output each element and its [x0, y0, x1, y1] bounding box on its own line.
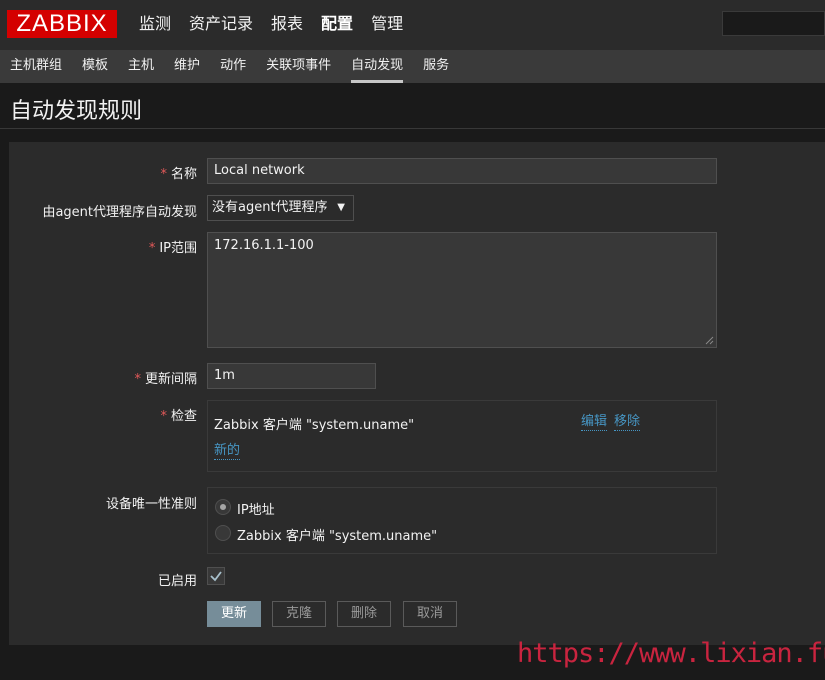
sub-menu: 主机群组 模板 主机 维护 动作 关联项事件 自动发现 服务	[0, 50, 825, 83]
proxy-select[interactable]: 没有agent代理程序 ▼	[207, 195, 354, 221]
ip-range-textarea[interactable]: 172.16.1.1-100	[207, 232, 717, 348]
checkmark-icon	[210, 571, 222, 582]
submenu-correlation[interactable]: 关联项事件	[256, 50, 341, 83]
menu-inventory[interactable]: 资产记录	[180, 0, 262, 50]
uniqueness-radio-ip[interactable]	[215, 499, 231, 515]
search-input[interactable]	[722, 11, 825, 36]
checks-label: * 检查	[160, 409, 197, 424]
ip-range-value: 172.16.1.1-100	[214, 238, 314, 253]
update-button[interactable]: 更新	[207, 601, 261, 627]
enabled-label: 已启用	[157, 574, 197, 589]
enabled-checkbox[interactable]	[207, 567, 225, 585]
check-item-name: Zabbix 客户端 "system.uname"	[214, 418, 415, 433]
proxy-label: 由agent代理程序自动发现	[42, 205, 197, 220]
check-edit-link[interactable]: 编辑	[581, 414, 608, 431]
required-marker: *	[148, 241, 156, 256]
submenu-discovery[interactable]: 自动发现	[341, 50, 413, 83]
zabbix-logo[interactable]: ZABBIX	[7, 10, 117, 38]
resize-handle-icon[interactable]	[705, 336, 714, 345]
name-label: * 名称	[160, 167, 197, 182]
clone-button[interactable]: 克隆	[272, 601, 326, 627]
checks-box: Zabbix 客户端 "system.uname" 编辑 移除 新的	[207, 400, 717, 472]
uniqueness-box: IP地址 Zabbix 客户端 "system.uname"	[207, 487, 717, 554]
top-navigation-bar: ZABBIX 监测 资产记录 报表 配置 管理	[0, 0, 825, 50]
dropdown-arrow-icon: ▼	[337, 202, 345, 213]
ip-range-label: * IP范围	[148, 241, 197, 256]
interval-label: * 更新间隔	[134, 372, 197, 387]
interval-field[interactable]: 1m	[207, 363, 376, 389]
uniqueness-option-agent[interactable]: Zabbix 客户端 "system.uname"	[237, 525, 437, 544]
new-check-link[interactable]: 新的	[214, 443, 241, 460]
uniqueness-label: 设备唯一性准则	[105, 497, 197, 512]
check-remove-link[interactable]: 移除	[614, 414, 641, 431]
cancel-button[interactable]: 取消	[403, 601, 457, 627]
submenu-hosts[interactable]: 主机	[118, 50, 164, 83]
main-menu: 监测 资产记录 报表 配置 管理	[130, 0, 412, 50]
submenu-actions[interactable]: 动作	[210, 50, 256, 83]
name-field[interactable]: Local network	[207, 158, 717, 184]
menu-reports[interactable]: 报表	[262, 0, 312, 50]
required-marker: *	[160, 409, 167, 424]
submenu-maintenance[interactable]: 维护	[164, 50, 210, 83]
submenu-host-groups[interactable]: 主机群组	[0, 50, 72, 83]
menu-configuration[interactable]: 配置	[312, 0, 362, 50]
watermark-text: https://www.lixian.fun	[517, 638, 825, 669]
uniqueness-option-ip[interactable]: IP地址	[237, 499, 275, 518]
required-marker: *	[134, 372, 141, 387]
proxy-select-value: 没有agent代理程序	[212, 200, 328, 215]
menu-administration[interactable]: 管理	[362, 0, 412, 50]
page-title: 自动发现规则	[10, 99, 143, 124]
delete-button[interactable]: 删除	[337, 601, 391, 627]
title-divider	[0, 128, 825, 129]
submenu-templates[interactable]: 模板	[72, 50, 118, 83]
required-marker: *	[160, 167, 167, 182]
menu-monitoring[interactable]: 监测	[130, 0, 180, 50]
submenu-services[interactable]: 服务	[413, 50, 459, 83]
uniqueness-radio-agent[interactable]	[215, 525, 231, 541]
